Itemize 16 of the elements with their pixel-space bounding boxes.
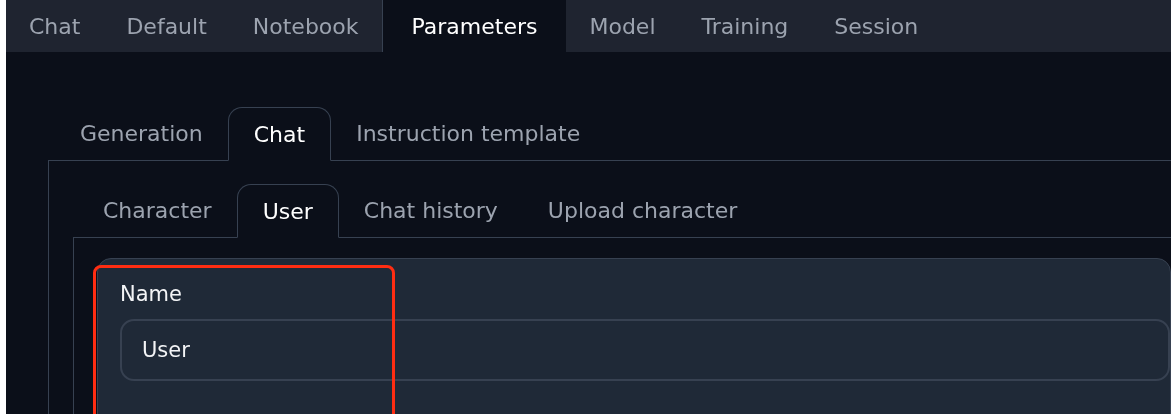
tab[interactable]: Instruction template [331,106,606,160]
tab[interactable]: Model [566,0,679,52]
tab[interactable]: Upload character [522,183,763,237]
tab[interactable]: Session [811,0,942,52]
tab[interactable]: Training [678,0,812,52]
tab[interactable]: Generation [55,106,228,160]
tab[interactable]: Character [78,183,237,237]
tab[interactable]: Notebook [229,0,382,52]
input-field[interactable]: User [120,319,1170,381]
tab[interactable]: User [236,184,339,238]
tab[interactable]: Default [103,0,230,52]
tab[interactable]: Chat history [338,183,523,237]
tab[interactable]: Chat [227,107,332,161]
field-label: Name [120,281,183,308]
tab[interactable]: Chat [6,0,104,52]
tab[interactable]: Parameters [381,0,567,52]
